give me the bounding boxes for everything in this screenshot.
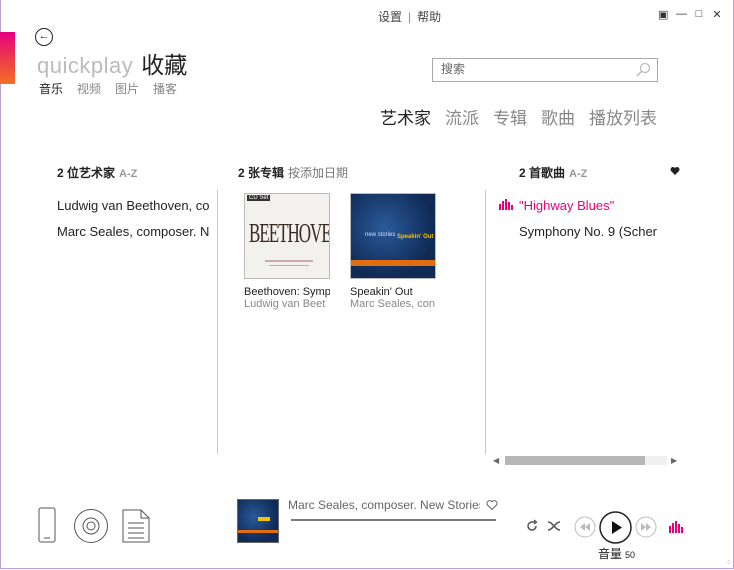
playback-progress-bar[interactable]	[291, 519, 496, 521]
column-divider	[485, 190, 486, 454]
pivot-nav: 音乐 视频 图片 播客	[39, 80, 177, 97]
settings-link[interactable]: 设置	[378, 8, 402, 25]
disc-icon[interactable]	[73, 508, 109, 544]
song-item[interactable]: "Highway Blues"	[519, 198, 659, 213]
shuffle-icon[interactable]	[547, 519, 561, 533]
resize-grip-icon[interactable]: ⁘	[725, 558, 732, 567]
compact-mode-icon[interactable]: ▣	[658, 8, 668, 21]
search-input[interactable]	[433, 59, 621, 79]
cover-stripe	[351, 260, 435, 266]
albums-count: 2 张专辑	[238, 166, 285, 180]
close-icon[interactable]: ✕	[712, 8, 722, 21]
songs-header: 2 首歌曲 A-Z	[519, 164, 587, 181]
artist-item[interactable]: Marc Seales, composer. N	[57, 224, 213, 239]
album-cover-badge: Speakin' Out	[397, 234, 434, 240]
artists-count: 2 位艺术家	[57, 166, 116, 180]
heart-icon[interactable]	[670, 166, 680, 176]
pivot-podcasts[interactable]: 播客	[153, 80, 177, 97]
horizontal-scrollbar[interactable]: ◀ ▶	[493, 456, 679, 465]
artists-header: 2 位艺术家 A-Z	[57, 164, 137, 181]
minimize-icon[interactable]: —	[676, 8, 687, 21]
tab-genres[interactable]: 流派	[445, 104, 479, 129]
header: quickplay 收藏	[37, 46, 187, 80]
pivot-music[interactable]: 音乐	[39, 80, 63, 97]
album-title: Beethoven: Symp	[244, 286, 330, 298]
now-playing-indicator-icon	[499, 199, 513, 210]
album-cover-text: BEETHOVEN	[249, 218, 330, 249]
album-artist: Marc Seales, con	[350, 298, 435, 310]
back-arrow-icon[interactable]: ←	[35, 28, 53, 46]
artist-item[interactable]: Ludwig van Beethoven, co	[57, 198, 213, 213]
album-tile[interactable]: CD Set BEETHOVEN Beethoven: Symp Ludwig …	[244, 193, 330, 310]
cover-accent	[258, 517, 270, 521]
volume-label: 音量	[598, 547, 623, 561]
menu-separator: |	[408, 10, 412, 24]
albums-header: 2 张专辑 按添加日期	[238, 164, 348, 181]
album-cover-badge: CD Set	[247, 195, 271, 201]
search-box[interactable]	[432, 58, 658, 82]
songs-count: 2 首歌曲	[519, 166, 566, 180]
album-artist: Ludwig van Beet	[244, 298, 326, 310]
song-item[interactable]: Symphony No. 9 (Scher	[519, 224, 659, 239]
help-link[interactable]: 帮助	[417, 8, 441, 25]
cover-stripe	[238, 530, 278, 533]
equalizer-icon[interactable]	[669, 521, 685, 533]
column-divider	[217, 190, 218, 454]
page-title: 收藏	[141, 52, 188, 78]
albums-sort[interactable]: 按添加日期	[288, 166, 348, 180]
volume-control[interactable]: 音量 50	[598, 545, 635, 562]
cover-fineprint	[265, 260, 313, 262]
scroll-right-icon[interactable]: ▶	[671, 456, 677, 465]
tab-songs[interactable]: 歌曲	[541, 104, 575, 129]
pivot-pictures[interactable]: 图片	[115, 80, 139, 97]
playlist-icon[interactable]	[122, 509, 150, 543]
search-icon[interactable]	[635, 62, 651, 78]
songs-sort[interactable]: A-Z	[569, 168, 587, 180]
repeat-icon[interactable]	[525, 519, 539, 533]
app-name[interactable]: quickplay	[37, 53, 133, 78]
cover-fineprint	[269, 265, 309, 266]
maximize-icon[interactable]: □	[694, 8, 704, 21]
now-playing-title: Marc Seales, composer. New Stories	[288, 498, 480, 512]
album-cover-text: new stories	[365, 232, 396, 238]
previous-icon[interactable]	[574, 516, 596, 538]
device-icon[interactable]	[38, 507, 56, 543]
tab-albums[interactable]: 专辑	[493, 104, 527, 129]
now-playing-album-art[interactable]	[237, 499, 279, 543]
window-controls: ▣ — □ ✕	[658, 8, 722, 21]
tab-artists[interactable]: 艺术家	[380, 104, 431, 129]
album-cover[interactable]: CD Set BEETHOVEN	[244, 193, 330, 279]
play-icon[interactable]	[599, 511, 632, 544]
volume-value: 50	[625, 550, 636, 560]
scroll-thumb[interactable]	[505, 456, 645, 465]
scroll-left-icon[interactable]: ◀	[493, 456, 499, 465]
pivot-videos[interactable]: 视频	[77, 80, 101, 97]
next-icon[interactable]	[635, 516, 657, 538]
album-title: Speakin' Out	[350, 286, 413, 298]
album-tile[interactable]: new stories Speakin' Out Speakin' Out Ma…	[350, 193, 436, 310]
tab-playlists[interactable]: 播放列表	[589, 104, 657, 129]
view-tabs: 艺术家 流派 专辑 歌曲 播放列表	[380, 104, 657, 129]
top-menu: 设置 | 帮助	[378, 8, 441, 25]
album-cover[interactable]: new stories Speakin' Out	[350, 193, 436, 279]
brand-accent-bar	[0, 32, 15, 84]
favorite-heart-icon[interactable]	[486, 499, 498, 511]
artists-sort[interactable]: A-Z	[119, 168, 137, 180]
